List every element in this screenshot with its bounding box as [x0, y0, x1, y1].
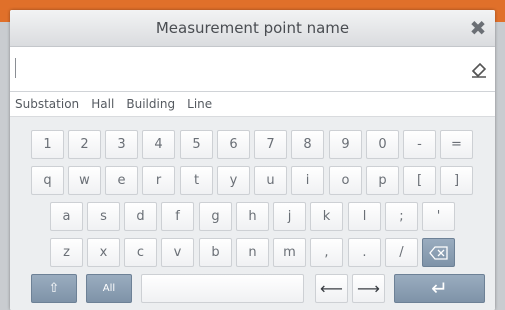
shift-icon[interactable]: ⇧ [31, 274, 77, 303]
key-s[interactable]: s [87, 202, 120, 231]
key-d[interactable]: d [124, 202, 157, 231]
key-q[interactable]: q [31, 166, 64, 195]
key-m[interactable]: m [273, 238, 306, 267]
eraser-icon[interactable] [469, 59, 489, 79]
key-j[interactable]: j [273, 202, 306, 231]
key-4[interactable]: 4 [142, 130, 175, 159]
all-button[interactable]: All [86, 274, 132, 303]
key-o[interactable]: o [329, 166, 362, 195]
key-minus[interactable]: - [403, 130, 436, 159]
on-screen-keyboard: 1 2 3 4 5 6 7 8 9 0 - = q w e r t y u i … [10, 117, 495, 310]
key-y[interactable]: y [217, 166, 250, 195]
key-p[interactable]: p [366, 166, 399, 195]
key-v[interactable]: v [161, 238, 194, 267]
suggestion-bar: Substation Hall Building Line [10, 92, 495, 117]
key-f[interactable]: f [161, 202, 194, 231]
key-z[interactable]: z [50, 238, 83, 267]
key-left-bracket[interactable]: [ [403, 166, 436, 195]
key-5[interactable]: 5 [180, 130, 213, 159]
key-equals[interactable]: = [440, 130, 473, 159]
keyboard-dialog: Measurement point name ✖ Substation Hall… [10, 10, 495, 310]
key-b[interactable]: b [199, 238, 232, 267]
key-apostrophe[interactable]: ' [422, 202, 455, 231]
key-9[interactable]: 9 [329, 130, 362, 159]
key-0[interactable]: 0 [366, 130, 399, 159]
dialog-title: Measurement point name [155, 19, 350, 37]
close-icon[interactable]: ✖ [465, 15, 491, 41]
key-3[interactable]: 3 [105, 130, 138, 159]
key-a[interactable]: a [50, 202, 83, 231]
key-e[interactable]: e [105, 166, 138, 195]
name-input[interactable] [10, 47, 495, 92]
key-t[interactable]: t [180, 166, 213, 195]
suggestion-item[interactable]: Hall [91, 92, 114, 116]
key-u[interactable]: u [254, 166, 287, 195]
key-g[interactable]: g [199, 202, 232, 231]
key-i[interactable]: i [291, 166, 324, 195]
suggestion-item[interactable]: Building [126, 92, 175, 116]
right-arrow-icon[interactable]: ⟶ [352, 274, 385, 303]
key-c[interactable]: c [124, 238, 157, 267]
key-n[interactable]: n [236, 238, 269, 267]
key-1[interactable]: 1 [31, 130, 64, 159]
text-caret [15, 58, 16, 78]
key-k[interactable]: k [310, 202, 343, 231]
key-w[interactable]: w [68, 166, 101, 195]
left-arrow-icon[interactable]: ⟵ [315, 274, 348, 303]
key-h[interactable]: h [236, 202, 269, 231]
key-slash[interactable]: / [385, 238, 418, 267]
background-left [0, 22, 10, 310]
key-l[interactable]: l [348, 202, 381, 231]
key-2[interactable]: 2 [68, 130, 101, 159]
backspace-icon[interactable] [422, 238, 455, 267]
key-6[interactable]: 6 [217, 130, 250, 159]
key-right-bracket[interactable]: ] [440, 166, 473, 195]
suggestion-item[interactable]: Line [187, 92, 212, 116]
background-right [495, 22, 505, 310]
suggestion-item[interactable]: Substation [15, 92, 79, 116]
space-bar[interactable] [141, 274, 304, 303]
key-comma[interactable]: , [310, 238, 343, 267]
key-r[interactable]: r [142, 166, 175, 195]
dialog-titlebar: Measurement point name ✖ [10, 10, 495, 47]
key-semicolon[interactable]: ; [385, 202, 418, 231]
key-7[interactable]: 7 [254, 130, 287, 159]
key-x[interactable]: x [87, 238, 120, 267]
key-8[interactable]: 8 [291, 130, 324, 159]
enter-icon[interactable]: ↵ [394, 274, 485, 303]
key-period[interactable]: . [348, 238, 381, 267]
